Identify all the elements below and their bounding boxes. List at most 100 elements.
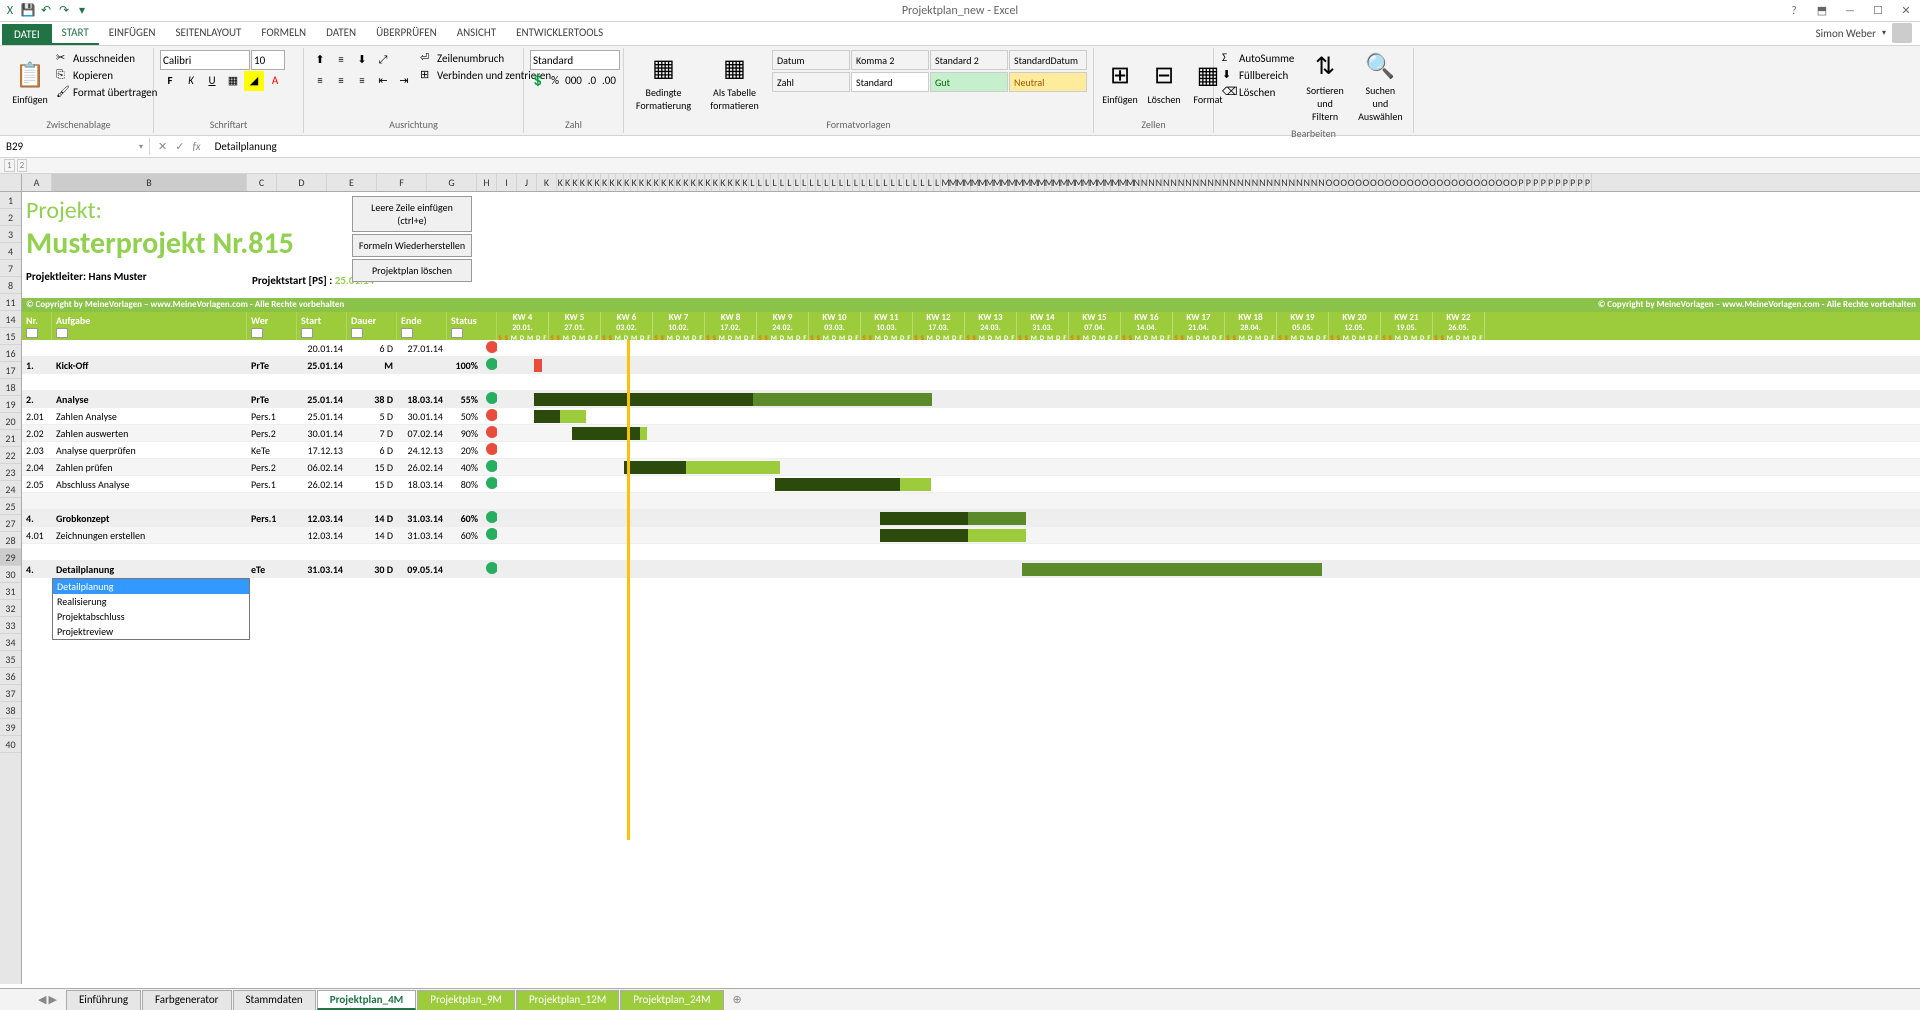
row-header[interactable]: 23 (0, 464, 21, 481)
file-tab[interactable]: DATEI (2, 24, 52, 45)
col-header[interactable]: I (497, 174, 517, 191)
th-status[interactable]: Status▾ (447, 312, 497, 340)
th-end[interactable]: Ende▾ (397, 312, 447, 340)
task-row[interactable]: 4.GrobkonzeptPers.112.03.1414 D31.03.146… (22, 510, 1920, 527)
task-row[interactable]: 20.01.146 D27.01.14 (22, 340, 1920, 357)
row-header[interactable]: 33 (0, 617, 21, 634)
ribbon-collapse-icon[interactable]: ⬒ (1810, 2, 1834, 20)
row-header[interactable]: 19 (0, 396, 21, 413)
col-header[interactable]: F (377, 174, 427, 191)
ribbon-tab-ansicht[interactable]: ANSICHT (447, 22, 506, 45)
orientation-button[interactable]: ⤢ (373, 50, 393, 70)
row-header[interactable]: 15 (0, 328, 21, 345)
cell-style-neutral[interactable]: Neutral (1009, 72, 1087, 92)
ribbon-tab-entwicklertools[interactable]: ENTWICKLERTOOLS (506, 22, 613, 45)
currency-button[interactable]: 💲 (530, 71, 546, 91)
formula-input[interactable]: Detailplanung (209, 138, 1920, 155)
task-row[interactable]: 2.05Abschluss AnalysePers.126.02.1415 D1… (22, 476, 1920, 493)
number-format-select[interactable] (530, 50, 620, 70)
col-header[interactable]: E (327, 174, 377, 191)
clear-button[interactable]: ⌫Löschen (1220, 84, 1296, 100)
align-middle-button[interactable]: ≡ (331, 50, 351, 70)
user-menu[interactable]: Simon Weber ▾ (1808, 21, 1920, 45)
row-header[interactable]: 27 (0, 515, 21, 532)
row-header[interactable]: 14 (0, 311, 21, 328)
side-button-0[interactable]: Leere Zeile einfügen (ctrl+e) (352, 196, 472, 232)
col-header[interactable]: J (517, 174, 537, 191)
side-button-2[interactable]: Projektplan löschen (352, 259, 472, 282)
row-header[interactable]: 36 (0, 668, 21, 685)
underline-button[interactable]: U (202, 71, 222, 91)
sheet-tab-einführung[interactable]: Einführung (66, 990, 141, 1010)
row-header[interactable]: 35 (0, 651, 21, 668)
row-header[interactable]: 22 (0, 447, 21, 464)
row-header[interactable]: 38 (0, 702, 21, 719)
task-row[interactable]: 2.02Zahlen auswertenPers.230.01.147 D07.… (22, 425, 1920, 442)
conditional-format-button[interactable]: ▦Bedingte Formatierung (630, 50, 697, 116)
ribbon-tab-einfügen[interactable]: EINFÜGEN (99, 22, 166, 45)
sheet-nav-last-icon[interactable]: ▶ (48, 993, 56, 1006)
close-icon[interactable]: ✕ (1894, 2, 1918, 20)
task-row[interactable]: 2.01Zahlen AnalysePers.125.01.145 D30.01… (22, 408, 1920, 425)
sheet-tab-projektplan_4m[interactable]: Projektplan_4M (317, 990, 417, 1010)
row-header[interactable]: 40 (0, 736, 21, 753)
row-header[interactable]: 25 (0, 498, 21, 515)
row-header[interactable]: 31 (0, 583, 21, 600)
name-box[interactable]: B29▾ (0, 138, 150, 155)
task-row[interactable] (22, 493, 1920, 510)
font-size-select[interactable] (251, 50, 285, 70)
row-header[interactable]: 34 (0, 634, 21, 651)
row-header[interactable]: 24 (0, 481, 21, 498)
dropdown-item[interactable]: Realisierung (53, 594, 249, 609)
undo-icon[interactable]: ↶ (38, 3, 54, 19)
sort-filter-button[interactable]: ⇅Sortieren und Filtern (1300, 50, 1349, 125)
ribbon-tab-formeln[interactable]: FORMELN (251, 22, 316, 45)
help-icon[interactable]: ? (1782, 2, 1806, 20)
task-row[interactable]: 4.DetailplanungeTe31.03.1430 D09.05.14 (22, 561, 1920, 578)
col-header[interactable]: B (52, 174, 247, 191)
qat-more-icon[interactable]: ▾ (74, 3, 90, 19)
row-header[interactable]: 37 (0, 685, 21, 702)
fill-button[interactable]: ⬇Füllbereich (1220, 67, 1296, 83)
align-right-button[interactable]: ≡ (352, 71, 372, 91)
sheet-tab-stammdaten[interactable]: Stammdaten (233, 990, 316, 1010)
row-header[interactable]: 39 (0, 719, 21, 736)
fx-icon[interactable]: fx (192, 140, 200, 153)
paste-button[interactable]: 📋Einfügen (10, 50, 50, 116)
maximize-icon[interactable]: ☐ (1866, 2, 1890, 20)
align-top-button[interactable]: ⬆ (310, 50, 330, 70)
row-header[interactable]: 32 (0, 600, 21, 617)
side-button-1[interactable]: Formeln Wiederherstellen (352, 234, 472, 257)
sheet-tab-projektplan_12m[interactable]: Projektplan_12M (516, 990, 619, 1010)
row-header[interactable]: 20 (0, 413, 21, 430)
find-select-button[interactable]: 🔍Suchen und Auswählen (1354, 50, 1407, 125)
th-dur[interactable]: Dauer▾ (347, 312, 397, 340)
align-left-button[interactable]: ≡ (310, 71, 330, 91)
row-header[interactable]: 3 (0, 226, 21, 243)
font-color-button[interactable]: A (265, 71, 285, 91)
sheet-tab-farbgenerator[interactable]: Farbgenerator (142, 990, 231, 1010)
cell-style-standarddatum[interactable]: StandardDatum (1009, 50, 1087, 70)
task-row[interactable]: 2.04Zahlen prüfenPers.206.02.1415 D26.02… (22, 459, 1920, 476)
cell-style-datum[interactable]: Datum (772, 50, 850, 70)
col-header[interactable]: K (537, 174, 557, 191)
fill-color-button[interactable]: ◢ (244, 71, 264, 91)
cell-style-komma-2[interactable]: Komma 2 (851, 50, 929, 70)
insert-cells-button[interactable]: ⊞Einfügen (1100, 50, 1140, 116)
ribbon-tab-seitenlayout[interactable]: SEITENLAYOUT (165, 22, 251, 45)
font-family-select[interactable] (160, 50, 250, 70)
col-header[interactable]: G (427, 174, 477, 191)
th-who[interactable]: Wer▾ (247, 312, 297, 340)
task-row[interactable]: 4.01Zeichnungen erstellen12.03.1414 D31.… (22, 527, 1920, 544)
th-nr[interactable]: Nr.▾ (22, 312, 52, 340)
task-dropdown[interactable]: DetailplanungRealisierungProjektabschlus… (52, 578, 250, 640)
task-row[interactable]: 2.AnalysePrTe25.01.1438 D18.03.1455% (22, 391, 1920, 408)
decimal-dec-button[interactable]: .00 (601, 71, 617, 91)
align-center-button[interactable]: ≡ (331, 71, 351, 91)
minimize-icon[interactable]: — (1838, 2, 1862, 20)
row-header[interactable]: 29 (0, 549, 21, 566)
row-header[interactable]: 16 (0, 345, 21, 362)
row-header[interactable]: 21 (0, 430, 21, 447)
copy-button[interactable]: ⎘Kopieren (54, 67, 159, 83)
italic-button[interactable]: K (181, 71, 201, 91)
